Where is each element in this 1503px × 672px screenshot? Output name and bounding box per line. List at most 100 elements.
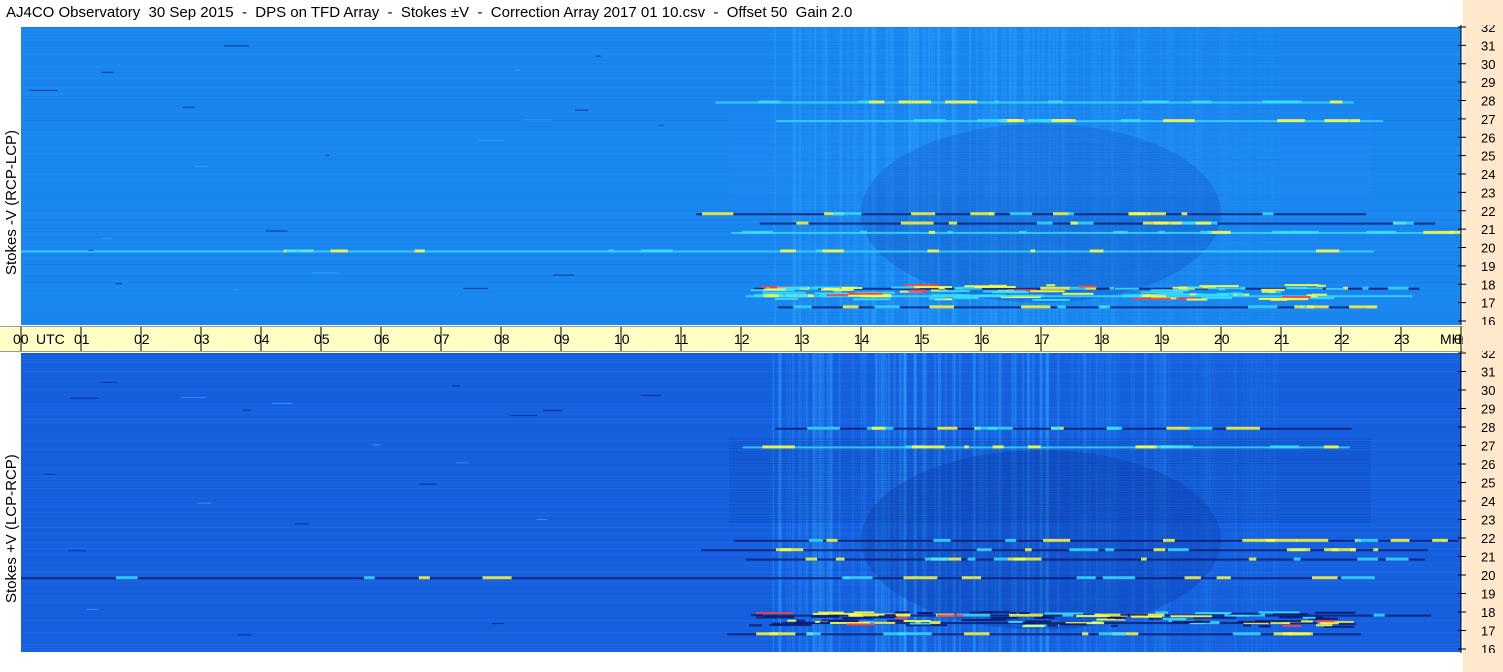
stripe-line — [729, 513, 1371, 515]
noise-band — [21, 413, 1461, 414]
frequency-tick-label: 19 — [1481, 587, 1495, 602]
stripe-line — [729, 180, 1371, 182]
emission-segment — [1089, 249, 1104, 253]
emission-segment — [1106, 426, 1119, 430]
emission-segment — [1115, 617, 1126, 620]
stripe-line — [729, 117, 1371, 119]
time-axis: 00 01 02 03 04 05 06 07 08 09 10 11 12 13 14 15 16 17 18 19… — [13, 327, 1463, 351]
noise-band — [21, 563, 1461, 564]
emission-segment — [924, 557, 949, 561]
noise-band — [21, 210, 1461, 211]
emission-segment — [1265, 538, 1298, 542]
emission-segment — [884, 614, 896, 617]
emission-segment — [1131, 615, 1162, 618]
stripe-line — [729, 489, 1371, 491]
emission-segment — [945, 100, 978, 104]
emission-segment — [832, 212, 862, 216]
noise-band — [21, 617, 1461, 618]
stripe-line — [729, 496, 1371, 498]
noise-band — [21, 39, 1461, 40]
emission-segment — [1150, 100, 1169, 104]
stripe-line — [729, 143, 1371, 145]
stripe-line — [729, 472, 1371, 474]
faint-feature — [543, 410, 563, 412]
emission-segment — [1388, 286, 1409, 290]
emission-segment — [992, 445, 1004, 449]
frequency-tick-label: 24 — [1481, 494, 1495, 509]
noise-band — [21, 431, 1461, 432]
emission-segment — [1018, 611, 1030, 614]
emission-segment — [1310, 297, 1335, 300]
emission-segment — [806, 632, 821, 636]
emission-segment — [938, 287, 945, 290]
noise-band — [21, 572, 1461, 573]
emission-segment — [1357, 557, 1379, 561]
emission-segment — [909, 622, 932, 625]
noise-band — [21, 63, 1461, 64]
noise-band — [21, 273, 1461, 274]
noise-band — [21, 374, 1461, 375]
emission-segment — [1013, 557, 1042, 561]
faint-feature — [101, 71, 114, 73]
emission-segment — [1191, 100, 1212, 104]
frequency-tick-label: 29 — [1481, 75, 1495, 90]
stripe-line — [729, 509, 1371, 511]
time-tick-label: 05 — [314, 331, 330, 347]
stripe-line — [729, 155, 1371, 157]
emission-segment — [834, 290, 842, 293]
frequency-tick-label: 24 — [1481, 167, 1495, 182]
emission-segment — [1098, 632, 1127, 636]
emission-segment — [1021, 305, 1051, 309]
time-tick-label: 10 — [614, 331, 630, 347]
emission-segment — [758, 100, 781, 104]
stripe-line — [729, 153, 1371, 155]
noise-band — [21, 93, 1461, 94]
noise-band — [21, 545, 1461, 546]
stripe-line — [729, 492, 1371, 494]
frequency-tick-label: 20 — [1481, 241, 1495, 256]
emission-segment — [756, 612, 794, 615]
emission-segment — [898, 100, 932, 104]
noise-band — [21, 60, 1461, 61]
noise-band — [21, 491, 1461, 492]
faint-feature — [223, 45, 249, 47]
frequency-tick-label: 30 — [1481, 383, 1495, 398]
emission-segment — [1030, 290, 1065, 293]
faint-feature — [325, 154, 329, 156]
noise-band — [21, 249, 1461, 250]
emission-segment — [1009, 611, 1017, 614]
emission-segment — [1172, 286, 1183, 289]
emission-segment — [1312, 293, 1328, 296]
spectrogram-bottom — [21, 353, 1461, 652]
noise-band — [21, 162, 1461, 163]
emission-segment — [1109, 286, 1115, 290]
noise-band — [21, 419, 1461, 420]
emission-segment — [874, 621, 896, 624]
emission-segment — [919, 612, 934, 615]
stripe-line — [729, 148, 1371, 150]
emission-segment — [750, 614, 764, 617]
faint-feature — [237, 634, 252, 636]
emission-segment — [853, 298, 891, 301]
noise-band — [21, 33, 1461, 34]
noise-band — [21, 123, 1461, 124]
noise-band — [21, 503, 1461, 504]
frequency-tick-label: 23 — [1481, 185, 1495, 200]
stripe-line — [729, 482, 1371, 484]
interference-band — [742, 446, 1350, 449]
noise-band — [21, 380, 1461, 381]
emission-segment — [1030, 249, 1036, 253]
emission-segment — [1009, 613, 1043, 617]
emission-segment — [1155, 611, 1169, 614]
emission-segment — [1141, 557, 1147, 561]
emission-segment — [763, 288, 786, 291]
emission-segment — [1199, 285, 1239, 288]
noise-band — [21, 150, 1461, 151]
emission-segment — [285, 249, 314, 253]
emission-segment — [1158, 230, 1165, 234]
spectrogram-bottom-plot — [21, 353, 1461, 652]
emission-segment — [1167, 548, 1189, 552]
emission-segment — [964, 445, 969, 449]
noise-band — [21, 276, 1461, 277]
emission-segment — [1184, 576, 1201, 580]
